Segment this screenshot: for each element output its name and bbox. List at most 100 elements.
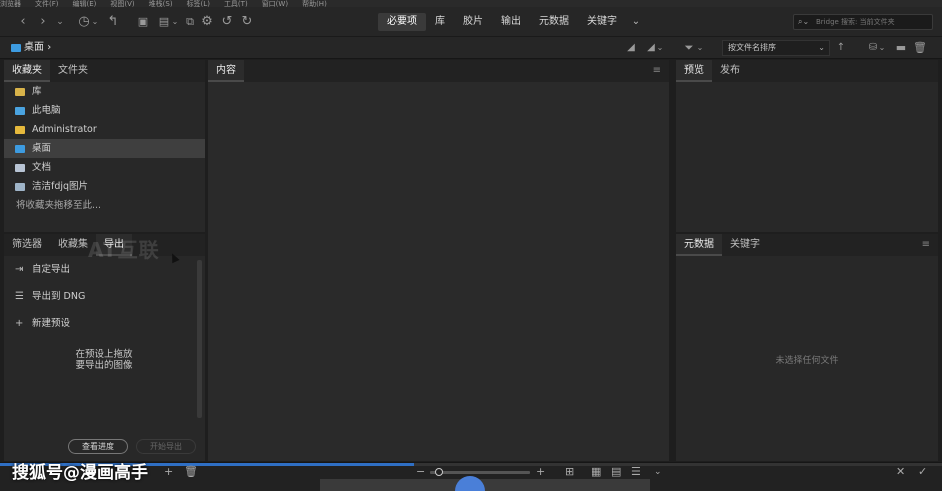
start-export-button[interactable]: 开始导出 bbox=[136, 439, 196, 454]
add-preset-icon[interactable]: + bbox=[164, 465, 173, 479]
chevron-down-icon: ⌄ bbox=[818, 43, 825, 52]
workspace-tab[interactable]: 输出 bbox=[492, 13, 530, 31]
panel-menu-icon[interactable]: ≡ bbox=[922, 239, 930, 251]
workspace-tabs: 必要项库胶片 输出 元数据 关键字 ⌄ bbox=[378, 13, 646, 31]
favorites-item-label: 洁洁fdjq图片 bbox=[32, 181, 89, 192]
chevron-down-icon[interactable]: ⌄ bbox=[654, 465, 662, 479]
chevron-down-icon[interactable]: ⌄ bbox=[878, 40, 886, 56]
forward-icon[interactable]: › bbox=[36, 14, 50, 30]
drop-hint-line: 在预设上拖放 bbox=[75, 349, 133, 360]
chevron-down-icon[interactable]: ⌄ bbox=[626, 13, 646, 31]
library-icon bbox=[15, 88, 25, 96]
panel-tab[interactable]: 收藏夹 bbox=[4, 60, 50, 82]
workspace-tab[interactable]: 库 bbox=[426, 13, 454, 31]
menu-item[interactable]: 视图(V) bbox=[110, 0, 134, 8]
desktop-folder-icon bbox=[15, 145, 25, 153]
search-placeholder: Bridge 搜索: 当前文件夹 bbox=[816, 18, 895, 26]
drop-hint-line: 要导出的图像 bbox=[75, 360, 133, 371]
menu-item[interactable]: 窗口(W) bbox=[262, 0, 288, 8]
panel-tab[interactable]: 预览 bbox=[676, 60, 712, 82]
panel-menu-icon[interactable]: ≡ bbox=[653, 65, 661, 77]
refine-icon[interactable]: ▤ bbox=[157, 14, 171, 30]
export-preset-label: 自定导出 bbox=[32, 264, 71, 275]
back-icon[interactable]: ‹ bbox=[16, 14, 30, 30]
plus-icon: + bbox=[15, 318, 24, 329]
grid-lock-icon[interactable]: ⊞ bbox=[565, 465, 574, 479]
panel-tab[interactable]: 筛选器 bbox=[4, 234, 50, 256]
trash-icon[interactable]: 🗑 bbox=[184, 465, 198, 479]
metadata-panel: 元数据 关键字 ≡ 未选择任何文件 bbox=[676, 234, 938, 461]
export-preset-item[interactable]: + 新建预设 bbox=[4, 310, 205, 337]
list-icon: ☰ bbox=[15, 291, 24, 302]
panel-tab[interactable]: 关键字 bbox=[722, 234, 768, 256]
favorites-item[interactable]: 洁洁fdjq图片 bbox=[4, 177, 205, 196]
checkmark-icon[interactable]: ✓ bbox=[918, 465, 927, 479]
workspace-tab[interactable]: 必要项 bbox=[378, 13, 426, 31]
chevron-down-icon[interactable]: ⌄ bbox=[696, 40, 704, 56]
favorites-item[interactable]: 桌面 bbox=[4, 139, 205, 158]
no-file-selected-text: 未选择任何文件 bbox=[775, 356, 839, 366]
menu-item[interactable]: 堆栈(S) bbox=[149, 0, 173, 8]
chevron-down-icon[interactable]: ⌄ bbox=[656, 40, 664, 56]
favorites-item-label: 文档 bbox=[32, 162, 52, 173]
boomerang-icon[interactable]: ↰ bbox=[106, 14, 120, 30]
export-preset-item[interactable]: ☰ 导出到 DNG bbox=[4, 283, 205, 310]
menu-item[interactable]: 浏览器 bbox=[0, 0, 21, 8]
chevron-down-icon[interactable]: ⌄ bbox=[171, 14, 179, 30]
tab-content[interactable]: 内容 bbox=[208, 60, 244, 82]
user-folder-icon bbox=[15, 126, 25, 134]
camera-import-icon[interactable]: ▣ bbox=[136, 14, 150, 30]
menu-item[interactable]: 文件(F) bbox=[35, 0, 59, 8]
gear-icon[interactable]: ⚙ bbox=[200, 14, 214, 30]
new-folder-icon[interactable]: ▬ bbox=[894, 40, 908, 56]
menu-item[interactable]: 标签(L) bbox=[187, 0, 210, 8]
workspace-tab[interactable]: 关键字 bbox=[578, 13, 626, 31]
thumbnail-size-slider[interactable] bbox=[430, 471, 530, 474]
favorites-item-label: 此电脑 bbox=[32, 105, 61, 116]
zoom-out-icon[interactable]: − bbox=[416, 465, 425, 479]
view-progress-button[interactable]: 查看进度 bbox=[68, 439, 128, 454]
panel-tab[interactable]: 发布 bbox=[712, 60, 748, 82]
document-icon bbox=[15, 164, 25, 172]
filter-icon[interactable]: ⏷ bbox=[682, 40, 696, 56]
favorites-item[interactable]: 库 bbox=[4, 82, 205, 101]
trash-icon[interactable]: 🗑 bbox=[913, 40, 927, 56]
sort-select[interactable]: 按文件名排序 ⌄ bbox=[722, 40, 830, 56]
breadcrumb[interactable]: 桌面 › bbox=[24, 41, 51, 55]
favorites-drop-hint: 将收藏夹拖移至此... bbox=[16, 200, 102, 211]
workspace-tab[interactable]: 元数据 bbox=[530, 13, 578, 31]
zoom-in-icon[interactable]: + bbox=[536, 465, 545, 479]
close-icon[interactable]: ✕ bbox=[896, 465, 905, 479]
sort-label: 按文件名排序 bbox=[728, 43, 776, 52]
sort-ascending-icon[interactable]: ↑ bbox=[836, 40, 846, 56]
panel-tab[interactable]: 文件夹 bbox=[50, 60, 96, 82]
menu-item[interactable]: 帮助(H) bbox=[302, 0, 327, 8]
favorites-item[interactable]: Administrator bbox=[4, 120, 205, 139]
export-icon: ⇥ bbox=[15, 264, 24, 275]
quality-icon[interactable]: ◢ bbox=[624, 40, 638, 56]
rotate-right-icon[interactable]: ↻ bbox=[240, 14, 254, 30]
panel-tab[interactable]: 元数据 bbox=[676, 234, 722, 256]
chevron-down-icon[interactable]: ⌄ bbox=[55, 14, 65, 30]
detail-view-icon[interactable]: ▤ bbox=[611, 465, 621, 479]
rotate-left-icon[interactable]: ↺ bbox=[220, 14, 234, 30]
content-area[interactable] bbox=[208, 82, 669, 461]
favorites-item-label: 桌面 bbox=[32, 143, 52, 154]
recent-icon[interactable]: ◷ bbox=[76, 14, 92, 30]
open-in-camera-raw-icon[interactable]: ⧉ bbox=[183, 14, 197, 30]
search-icon: ⌕⌄ bbox=[798, 17, 810, 26]
favorites-panel-tabs: 收藏夹 文件夹 bbox=[4, 60, 205, 82]
workspace-tab[interactable]: 胶片 bbox=[454, 13, 492, 31]
folder-icon bbox=[11, 44, 21, 52]
chevron-down-icon[interactable]: ⌄ bbox=[91, 14, 99, 30]
search-input[interactable]: ⌕⌄ Bridge 搜索: 当前文件夹 bbox=[793, 14, 933, 30]
export-scrollbar[interactable] bbox=[197, 260, 202, 418]
favorites-item[interactable]: 文档 bbox=[4, 158, 205, 177]
thumbnail-size-slider-knob[interactable] bbox=[435, 468, 443, 476]
menu-item[interactable]: 编辑(E) bbox=[73, 0, 97, 8]
favorites-item[interactable]: 此电脑 bbox=[4, 101, 205, 120]
breadcrumb-current[interactable]: 桌面 bbox=[24, 42, 44, 53]
list-view-icon[interactable]: ☰ bbox=[631, 465, 641, 479]
thumbnail-view-icon[interactable]: ▦ bbox=[591, 465, 601, 479]
menu-item[interactable]: 工具(T) bbox=[224, 0, 248, 8]
